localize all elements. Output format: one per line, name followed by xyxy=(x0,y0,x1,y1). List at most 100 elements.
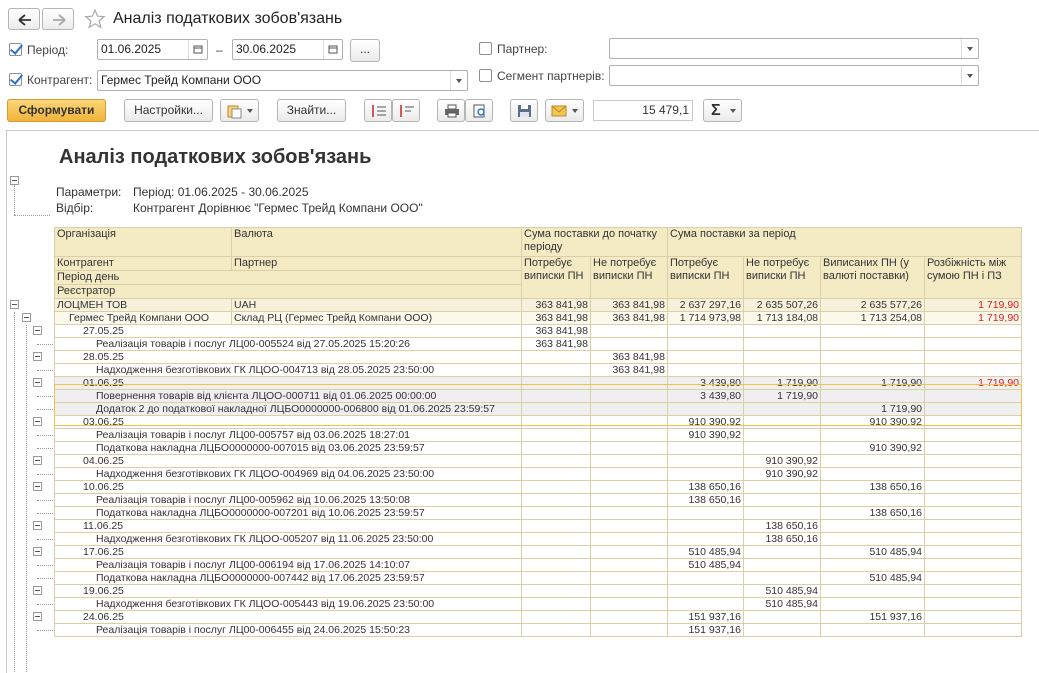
period-to-value: 30.06.2025 xyxy=(236,42,297,56)
back-button[interactable] xyxy=(8,8,40,30)
forward-button[interactable] xyxy=(42,8,74,30)
collapse-group-icon[interactable] xyxy=(33,521,42,530)
collapse-group-icon[interactable] xyxy=(22,313,31,322)
counterparty-value: Гермес Трейд Компани ООО xyxy=(101,73,262,87)
cell-issued xyxy=(820,324,925,338)
cell-need-period xyxy=(667,363,744,377)
cell-need-period xyxy=(667,467,744,481)
period-checkbox[interactable] xyxy=(9,43,22,56)
table-row[interactable]: 11.06.25 138 650,16 xyxy=(54,519,1022,533)
cell-noneed-start xyxy=(590,428,668,442)
calendar-icon[interactable] xyxy=(188,40,207,59)
table-row[interactable]: Реалізація товарів і послуг ЛЦ00-005524 … xyxy=(54,337,1022,351)
table-row[interactable]: Податкова накладна ЛЦБО0000000-007201 ві… xyxy=(54,506,1022,520)
table-row[interactable]: 01.06.25 3 439,80 1 719,90 1 719,90 1 719,90 xyxy=(54,376,1022,390)
table-row[interactable]: Гермес Трейд Компани ООО Склад РЦ (Гермес… xyxy=(54,311,1022,325)
chevron-down-icon[interactable] xyxy=(450,71,467,90)
period-select-button[interactable]: ... xyxy=(350,39,380,62)
cell-noneed-start: 363 841,98 xyxy=(590,311,668,325)
cell-noneed-period xyxy=(743,558,821,572)
cell-need-start xyxy=(521,506,591,520)
collapse-group-icon[interactable] xyxy=(33,456,42,465)
header-sum-start: Сума поставки до початку періоду xyxy=(521,227,668,257)
variants-button[interactable] xyxy=(220,99,259,122)
window-title: Аналіз податкових зобов'язань xyxy=(113,10,343,27)
period-to-field[interactable]: 30.06.2025 xyxy=(232,39,343,60)
collapse-group-icon[interactable] xyxy=(33,547,42,556)
cell-noneed-period: 1 719,90 xyxy=(743,389,821,403)
table-row[interactable]: Надходження безготівкових ГК ЛЦОО-004969… xyxy=(54,467,1022,481)
send-mail-button[interactable] xyxy=(545,99,584,122)
chevron-down-icon[interactable] xyxy=(961,39,978,58)
save-button[interactable] xyxy=(510,99,538,122)
segment-field[interactable] xyxy=(609,65,979,86)
collapse-group-icon[interactable] xyxy=(33,417,42,426)
cell-noneed-period: 2 635 507,26 xyxy=(743,298,821,312)
generate-button[interactable]: Сформувати xyxy=(7,99,106,122)
tree-line xyxy=(37,409,53,410)
table-row[interactable]: Реалізація товарів і послуг ЛЦ00-005962 … xyxy=(54,493,1022,507)
header-partner: Партнер xyxy=(231,256,522,271)
partner-checkbox[interactable] xyxy=(479,42,492,55)
cell-diff xyxy=(924,623,1022,637)
table-row[interactable]: Реалізація товарів і послуг ЛЦ00-006194 … xyxy=(54,558,1022,572)
print-preview-button[interactable] xyxy=(465,99,493,122)
partner-field[interactable] xyxy=(609,38,979,59)
table-row[interactable]: Надходження безготівкових ГК ЛЦОО-004713… xyxy=(54,363,1022,377)
find-button[interactable]: Знайти... xyxy=(277,99,346,122)
table-row[interactable]: Податкова накладна ЛЦБО0000000-007015 ві… xyxy=(54,441,1022,455)
table-row[interactable]: 04.06.25 910 390,92 xyxy=(54,454,1022,468)
cell-issued xyxy=(820,493,925,507)
header-org: Організація xyxy=(54,227,232,257)
sum-mode-button[interactable]: Σ xyxy=(703,99,742,122)
collapse-group-icon[interactable] xyxy=(10,300,19,309)
cell-noneed-period xyxy=(743,571,821,585)
table-row[interactable]: Додаток 2 до податкової накладної ЛЦБО00… xyxy=(54,402,1022,416)
table-row[interactable]: Надходження безготівкових ГК ЛЦОО-005207… xyxy=(54,532,1022,546)
table-row[interactable]: ЛОЦМЕН ТОВ UAH 363 841,98 363 841,98 2 637 2… xyxy=(54,298,1022,312)
calendar-icon[interactable] xyxy=(323,40,342,59)
table-row[interactable]: 03.06.25 910 390,92 910 390,92 xyxy=(54,415,1022,429)
chevron-down-icon[interactable] xyxy=(961,66,978,85)
cell-noneed-period: 1 719,90 xyxy=(743,376,821,390)
cell-need-start xyxy=(521,545,591,559)
cell-grouping: 03.06.25 xyxy=(54,415,522,429)
table-row[interactable]: Повернення товарів від клієнта ЛЦОО-0007… xyxy=(54,389,1022,403)
cell-issued xyxy=(820,584,925,598)
period-from-field[interactable]: 01.06.2025 xyxy=(97,39,208,60)
table-row[interactable]: 19.06.25 510 485,94 xyxy=(54,584,1022,598)
table-row[interactable]: 10.06.25 138 650,16 138 650,16 xyxy=(54,480,1022,494)
printer-icon xyxy=(445,104,459,118)
collapse-header-icon[interactable] xyxy=(10,176,19,185)
table-row[interactable]: Реалізація товарів і послуг ЛЦ00-005757 … xyxy=(54,428,1022,442)
table-row[interactable]: Надходження безготівкових ГК ЛЦОО-005443… xyxy=(54,597,1022,611)
table-row[interactable]: 28.05.25 363 841,98 xyxy=(54,350,1022,364)
collapse-group-icon[interactable] xyxy=(33,612,42,621)
favorite-star-icon[interactable] xyxy=(84,8,106,30)
segment-checkbox[interactable] xyxy=(479,69,492,82)
cell-issued: 138 650,16 xyxy=(820,506,925,520)
collapse-group-icon[interactable] xyxy=(33,378,42,387)
settings-button[interactable]: Настройки... xyxy=(124,99,213,122)
cell-noneed-start xyxy=(590,454,668,468)
collapse-group-icon[interactable] xyxy=(33,586,42,595)
counterparty-field[interactable]: Гермес Трейд Компани ООО xyxy=(97,70,468,91)
collapse-group-icon[interactable] xyxy=(33,326,42,335)
table-row[interactable]: Реалізація товарів і послуг ЛЦ00-006455 … xyxy=(54,623,1022,637)
print-button[interactable] xyxy=(437,99,465,122)
collapse-group-icon[interactable] xyxy=(33,352,42,361)
table-row[interactable]: Податкова накладна ЛЦБО0000000-007442 ві… xyxy=(54,571,1022,585)
collapse-group-icon[interactable] xyxy=(33,482,42,491)
header-period-day: Період день xyxy=(54,270,522,285)
collapse-groups-button[interactable] xyxy=(392,99,420,122)
expand-groups-button[interactable] xyxy=(364,99,392,122)
table-row[interactable]: 27.05.25 363 841,98 xyxy=(54,324,1022,338)
table-row[interactable]: 17.06.25 510 485,94 510 485,94 xyxy=(54,545,1022,559)
cell-issued: 1 719,90 xyxy=(820,402,925,416)
table-row[interactable]: 24.06.25 151 937,16 151 937,16 xyxy=(54,610,1022,624)
cell-need-start xyxy=(521,480,591,494)
cell-diff xyxy=(924,506,1022,520)
cell-diff xyxy=(924,571,1022,585)
cell-noneed-start xyxy=(590,506,668,520)
counterparty-checkbox[interactable] xyxy=(9,73,22,86)
